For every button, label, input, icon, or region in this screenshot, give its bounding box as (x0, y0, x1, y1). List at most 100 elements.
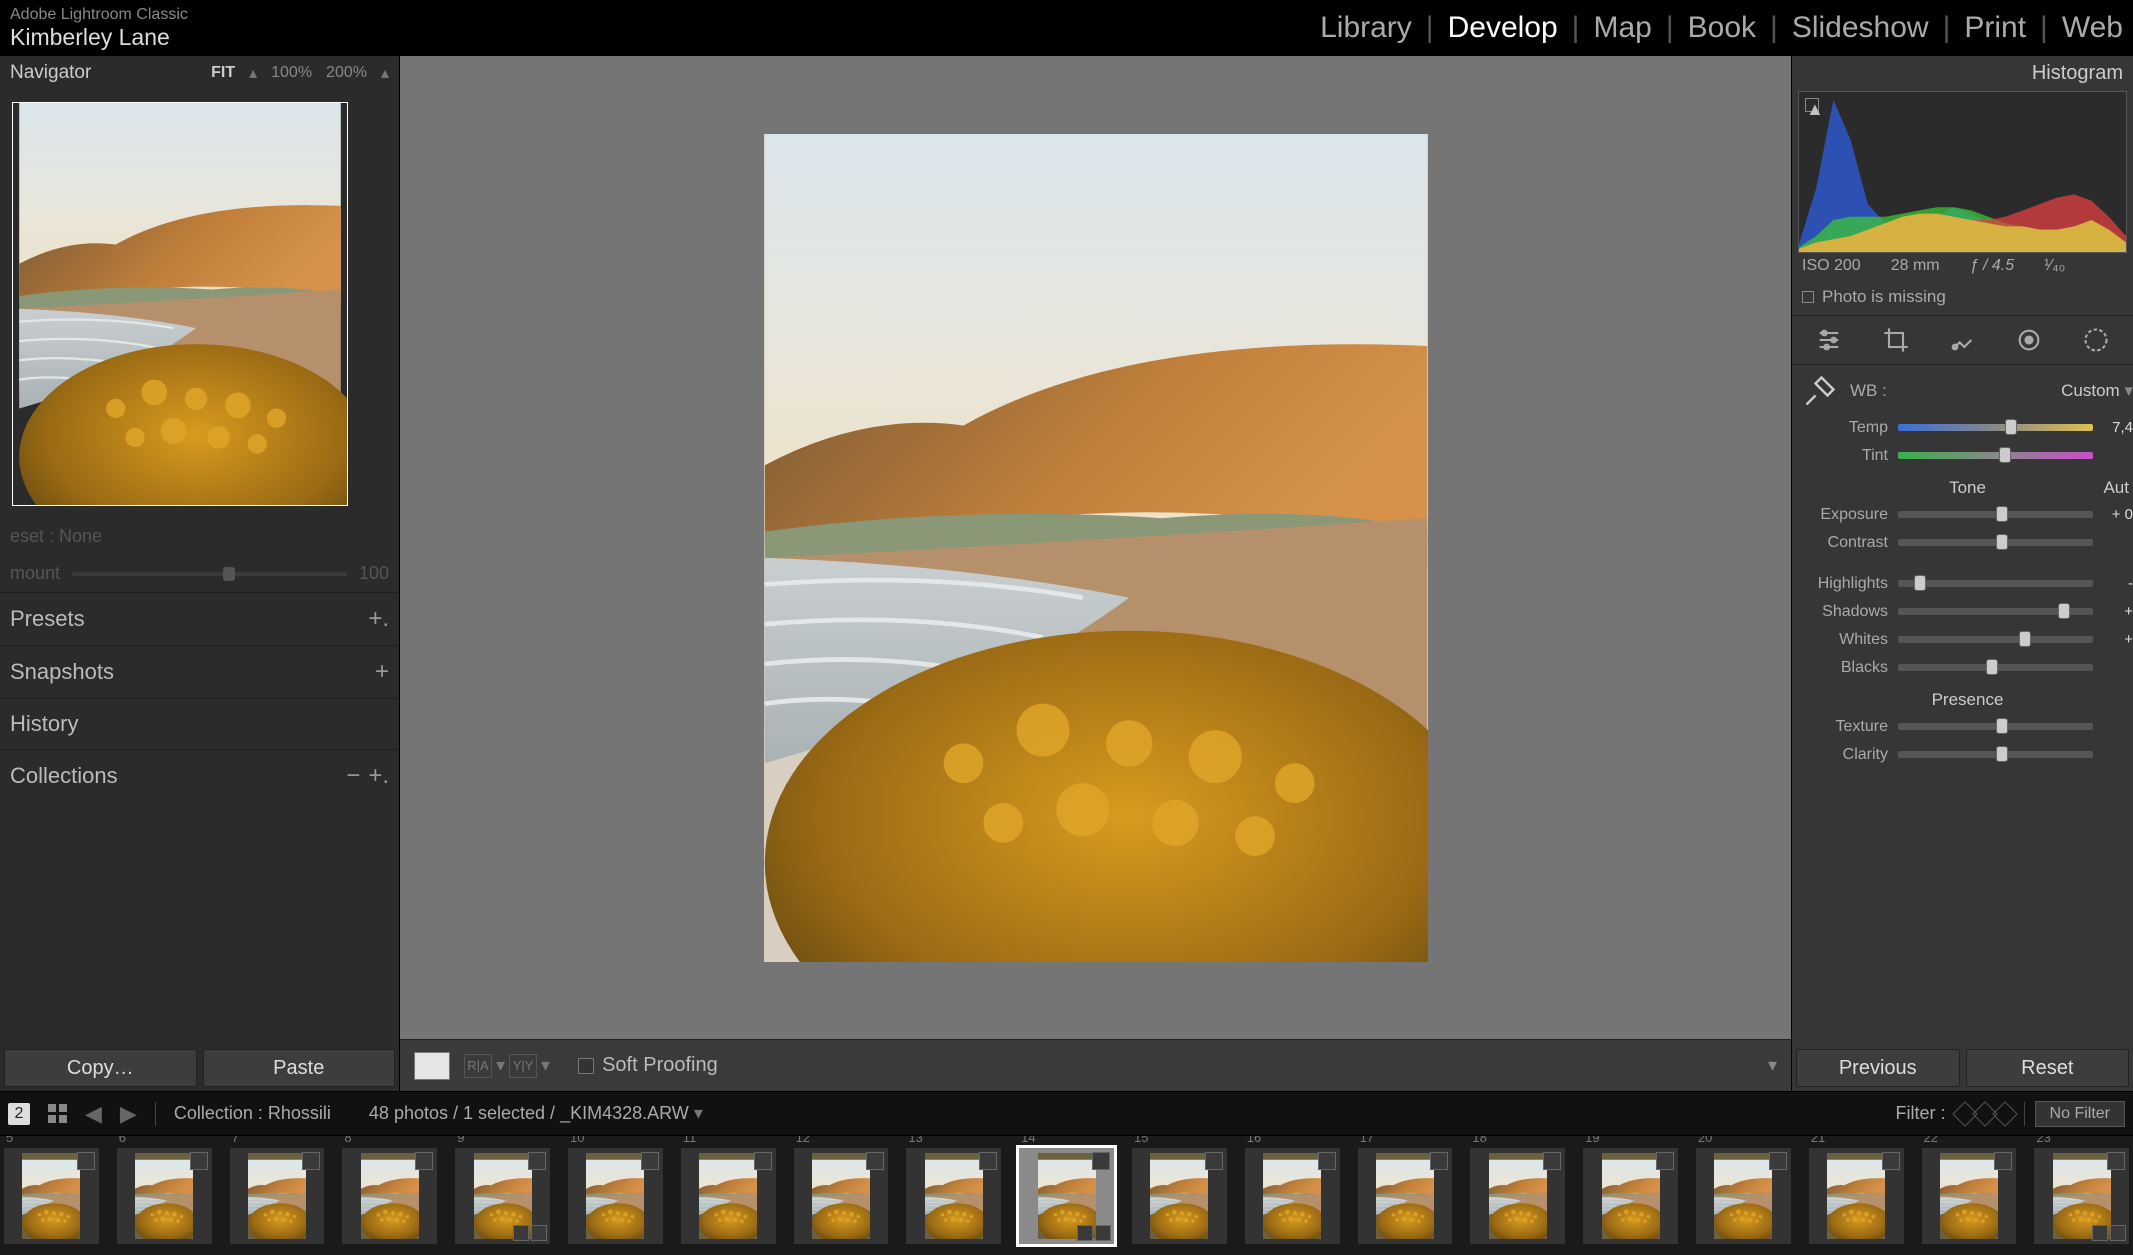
zoom-200[interactable]: 200% (326, 64, 367, 82)
filmstrip-thumb[interactable]: 21 (1809, 1148, 1904, 1244)
copy-button[interactable]: Copy… (4, 1049, 197, 1087)
module-develop[interactable]: Develop (1448, 11, 1558, 45)
source-label[interactable]: Collection : Rhossili (174, 1103, 331, 1124)
edit-badge-icon (1656, 1152, 1674, 1170)
reset-button[interactable]: Reset (1966, 1049, 2130, 1087)
texture-slider[interactable] (1898, 723, 2093, 730)
filmstrip-thumb[interactable]: 19 (1583, 1148, 1678, 1244)
previous-button[interactable]: Previous (1796, 1049, 1960, 1087)
edit-badge-icon (979, 1152, 997, 1170)
module-web[interactable]: Web (2062, 11, 2123, 45)
paste-button[interactable]: Paste (203, 1049, 396, 1087)
second-window-button[interactable]: 2 (8, 1103, 30, 1125)
auto-tone-button[interactable]: Aut (2103, 478, 2129, 498)
nav-back-icon[interactable]: ◀ (85, 1101, 102, 1127)
tint-slider[interactable] (1898, 452, 2093, 459)
compare-icon[interactable]: Y|Y (509, 1054, 537, 1078)
toolbar-menu-icon[interactable]: ▾ (1768, 1055, 1777, 1076)
module-slideshow[interactable]: Slideshow (1792, 11, 1929, 45)
edit-badge-icon (190, 1152, 208, 1170)
edit-badge-icon (1092, 1152, 1110, 1170)
nav-forward-icon[interactable]: ▶ (120, 1101, 137, 1127)
redeye-icon[interactable] (2015, 326, 2043, 354)
missing-icon (1802, 291, 1814, 303)
image-canvas[interactable] (400, 56, 1791, 1039)
shadows-slider[interactable] (1898, 608, 2093, 615)
module-library[interactable]: Library (1320, 11, 1412, 45)
wb-dropdown[interactable]: Custom ▾ (2061, 381, 2133, 401)
masking-icon[interactable] (2082, 326, 2110, 354)
edit-badge-icon (641, 1152, 659, 1170)
minus-icon[interactable]: − (346, 762, 360, 790)
filmstrip-thumb[interactable]: 13 (906, 1148, 1001, 1244)
wb-dropper-icon[interactable] (1802, 373, 1838, 409)
identity-plate: Kimberley Lane (10, 24, 188, 52)
grid-view-icon[interactable] (48, 1104, 67, 1123)
zoom-fit[interactable]: FIT (211, 64, 235, 82)
before-after-icon[interactable]: R|A (464, 1054, 492, 1078)
filmstrip-thumb[interactable]: 7 (230, 1148, 325, 1244)
shutter-value: ¹⁄₄₀ (2044, 257, 2065, 275)
healing-icon[interactable] (1948, 326, 1976, 354)
plus-icon[interactable]: + (375, 658, 389, 686)
filmstrip-thumb[interactable]: 8 (342, 1148, 437, 1244)
module-print[interactable]: Print (1964, 11, 2026, 45)
filmstrip-thumb[interactable]: 12 (794, 1148, 889, 1244)
edit-badge-icon (1430, 1152, 1448, 1170)
temp-slider[interactable] (1898, 424, 2093, 431)
section-collections[interactable]: Collections − +. (0, 749, 399, 802)
filmstrip-thumb[interactable]: 11 (681, 1148, 776, 1244)
filmstrip-thumb[interactable]: 16 (1245, 1148, 1340, 1244)
filmstrip-thumb[interactable]: 15 (1132, 1148, 1227, 1244)
filmstrip-thumb[interactable]: 17 (1358, 1148, 1453, 1244)
filmstrip-thumb[interactable]: 10 (568, 1148, 663, 1244)
highlights-slider[interactable] (1898, 580, 2093, 587)
crop-icon[interactable] (1882, 326, 1910, 354)
plus-icon[interactable]: +. (368, 762, 389, 790)
filmstrip-thumb[interactable]: 20 (1696, 1148, 1791, 1244)
section-history[interactable]: History (0, 698, 399, 749)
blacks-slider[interactable] (1898, 664, 2093, 671)
zoom-100[interactable]: 100% (271, 64, 312, 82)
whites-slider[interactable] (1898, 636, 2093, 643)
preset-name-row: eset : None (0, 518, 399, 555)
edit-sliders-icon[interactable] (1815, 326, 1843, 354)
tool-strip (1792, 316, 2133, 365)
histogram-chart[interactable]: ▲ (1798, 91, 2127, 253)
filmstrip[interactable]: 5 6 7 8 9 10 11 12 13 (0, 1135, 2133, 1255)
histogram-label: Histogram (1792, 56, 2133, 91)
right-panel: Histogram ▲ ISO 200 28 mm ƒ / 4.5 ¹⁄₄₀ P… (1791, 56, 2133, 1091)
loupe-view-icon[interactable] (414, 1052, 450, 1080)
filmstrip-thumb[interactable]: 5 (4, 1148, 99, 1244)
main-photo (764, 134, 1428, 962)
left-panel: Navigator FIT▴ 100% 200%▴ eset : None mo… (0, 56, 400, 1091)
preset-amount-row[interactable]: mount 100 (0, 555, 399, 592)
filmstrip-thumb[interactable]: 23 (2034, 1148, 2129, 1244)
filter-flags[interactable] (1956, 1105, 2014, 1123)
module-map[interactable]: Map (1593, 11, 1651, 45)
contrast-slider[interactable] (1898, 539, 2093, 546)
exposure-slider[interactable] (1898, 511, 2093, 518)
edit-badge-icon (1205, 1152, 1223, 1170)
filmstrip-thumb[interactable]: 14 (1019, 1148, 1114, 1244)
filmstrip-thumb[interactable]: 22 (1922, 1148, 2017, 1244)
filmstrip-thumb[interactable]: 18 (1470, 1148, 1565, 1244)
module-book[interactable]: Book (1688, 11, 1756, 45)
edit-badge-icon (1769, 1152, 1787, 1170)
filmstrip-info-bar: 2 ◀ ▶ Collection : Rhossili 48 photos / … (0, 1091, 2133, 1135)
soft-proof-checkbox[interactable] (578, 1058, 594, 1074)
filter-preset-dropdown[interactable]: No Filter (2035, 1101, 2125, 1127)
section-presets[interactable]: Presets+. (0, 592, 399, 645)
section-snapshots[interactable]: Snapshots+ (0, 645, 399, 698)
filmstrip-thumb[interactable]: 9 (455, 1148, 550, 1244)
focal-value: 28 mm (1891, 257, 1940, 275)
wb-label: WB : (1850, 381, 1887, 401)
edit-badge-icon (754, 1152, 772, 1170)
navigator-thumbnail[interactable] (12, 102, 348, 506)
basic-panel: WB : Custom ▾ Temp7,4 Tint ToneAut Expos… (1792, 365, 2133, 770)
aperture-value: ƒ / 4.5 (1970, 257, 2014, 275)
filmstrip-thumb[interactable]: 6 (117, 1148, 212, 1244)
plus-icon[interactable]: +. (368, 605, 389, 633)
clarity-slider[interactable] (1898, 751, 2093, 758)
shadow-clip-icon[interactable]: ▲ (1805, 98, 1819, 112)
